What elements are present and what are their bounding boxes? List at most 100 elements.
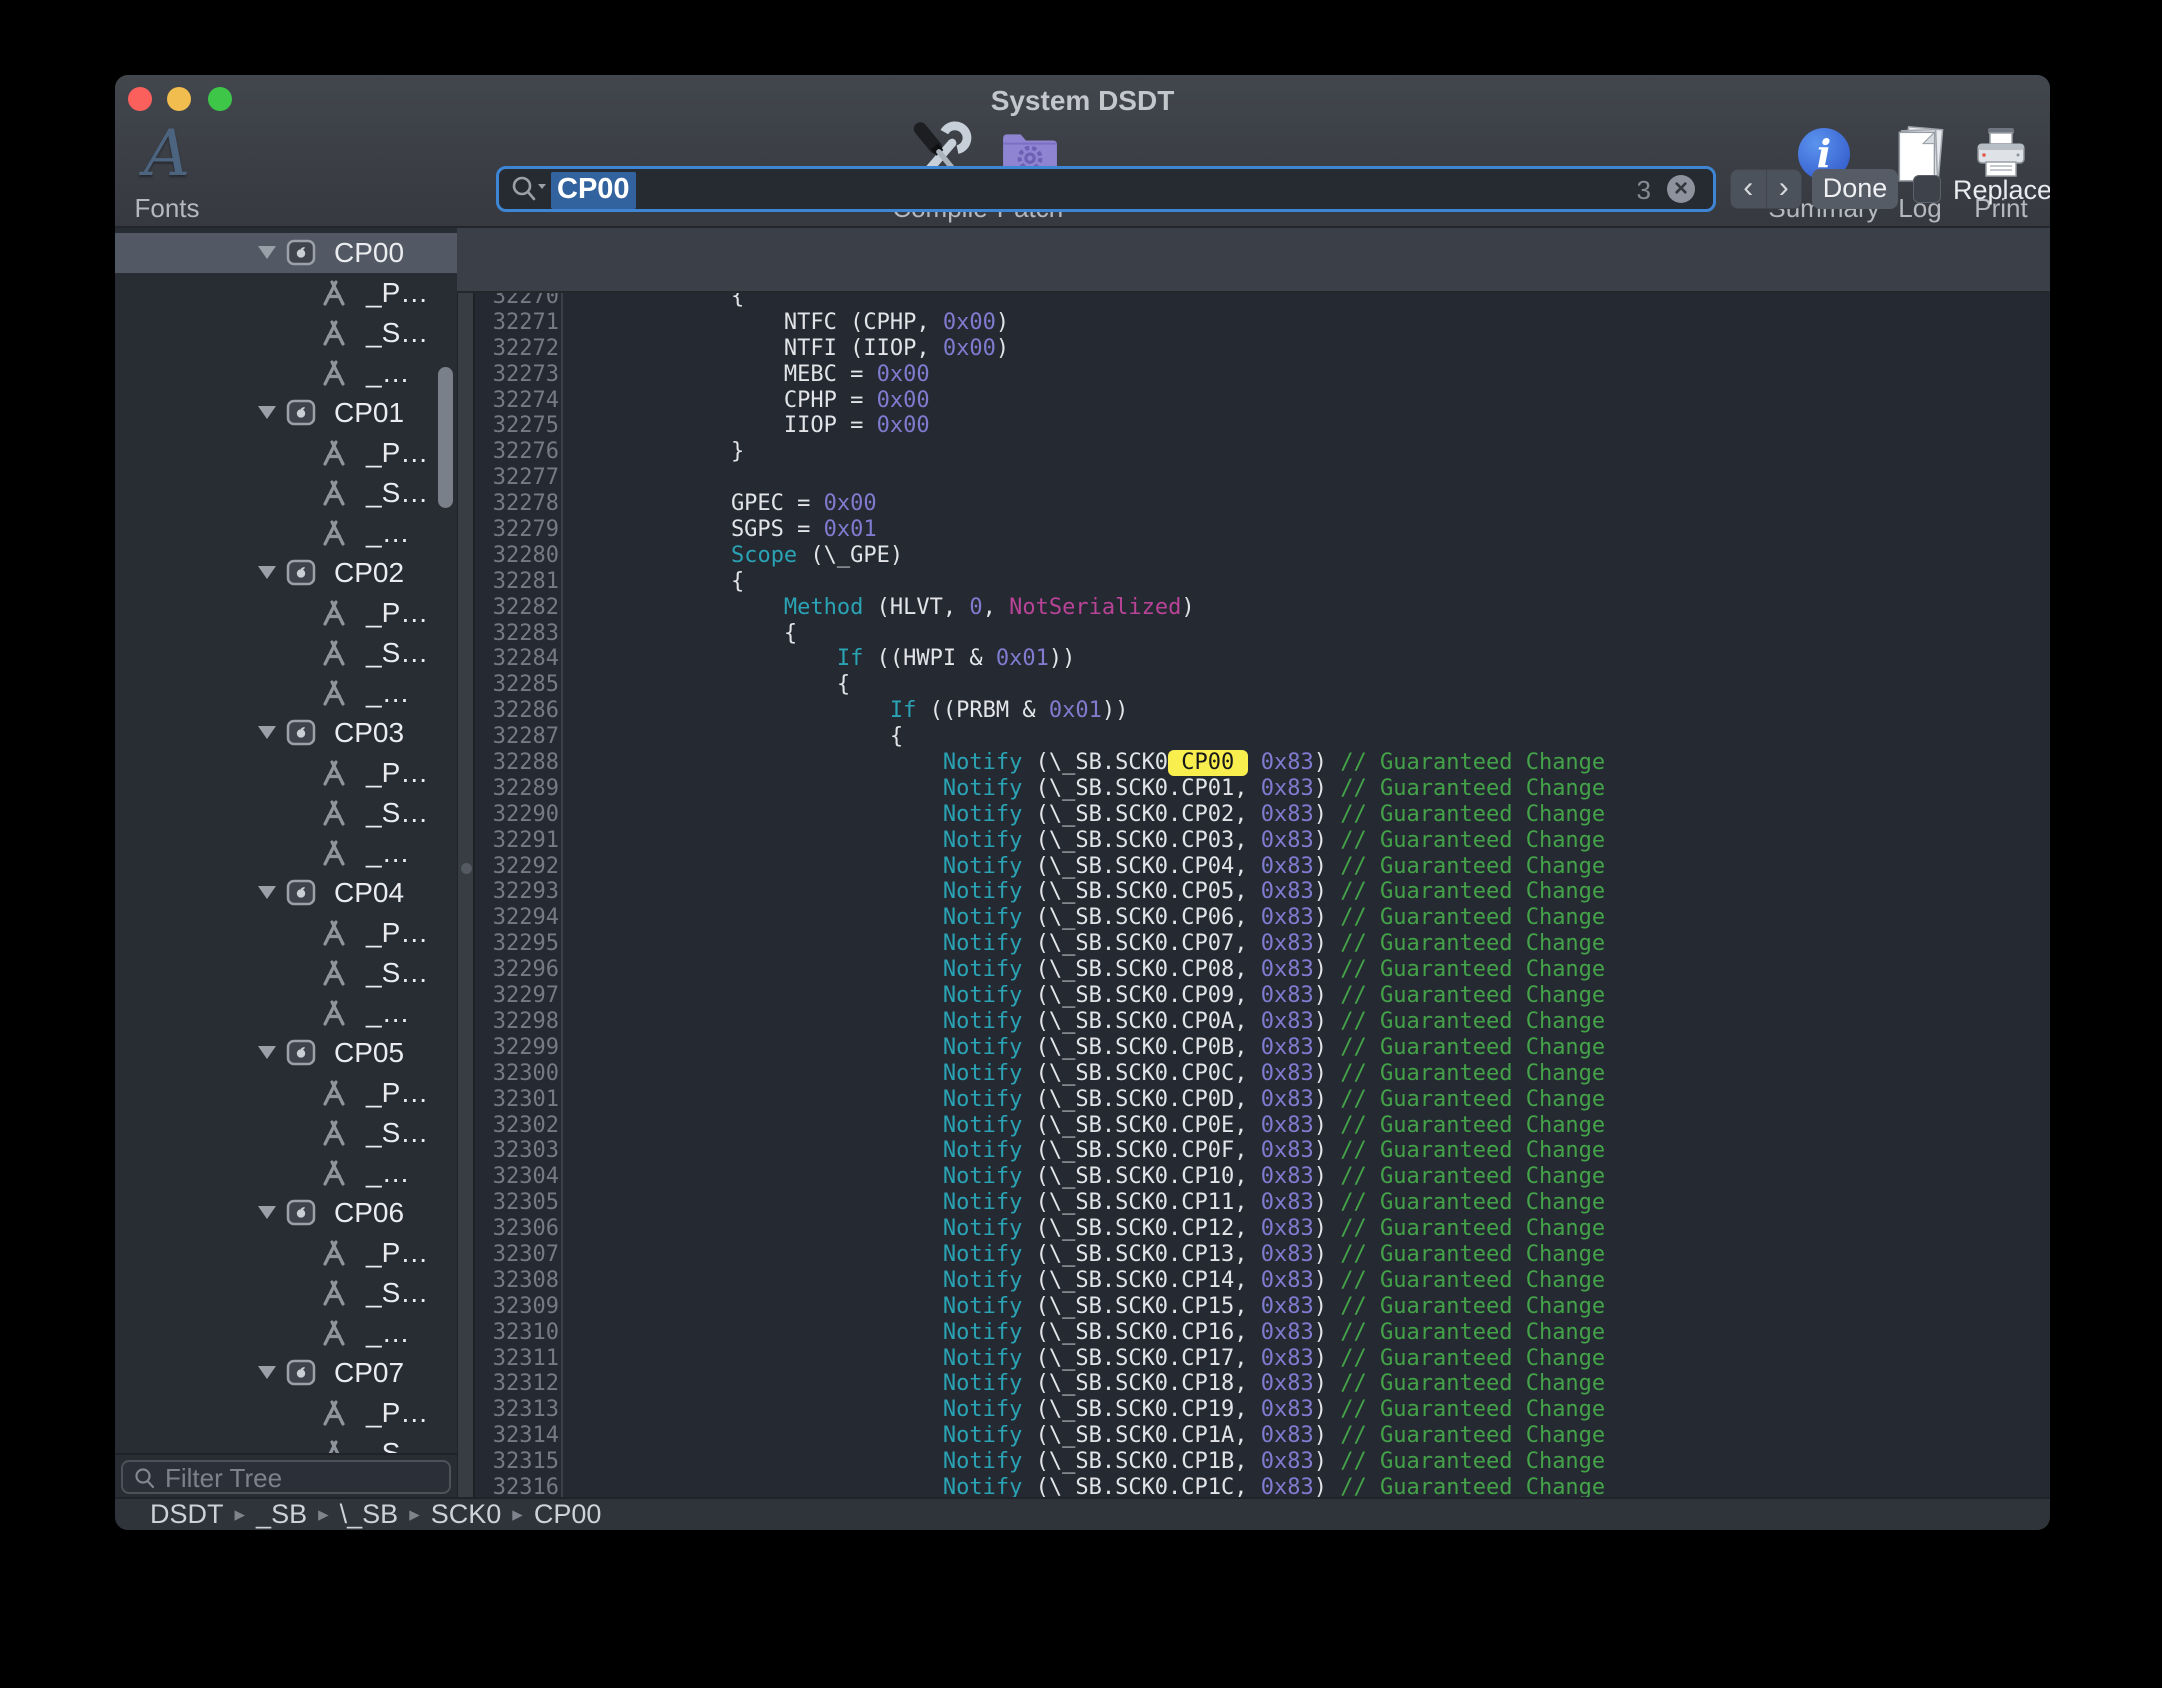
clear-search-icon[interactable]: ×: [1667, 175, 1695, 203]
replace-checkbox[interactable]: [1913, 175, 1941, 203]
sidebar-item-_s[interactable]: _S…: [115, 1113, 457, 1153]
method-icon: [320, 439, 348, 467]
sidebar-item-cp00[interactable]: CP00: [115, 233, 457, 273]
breadcrumb: DSDT▸_SB▸\_SB▸SCK0▸CP00: [115, 1497, 2050, 1530]
line-number: 32274: [475, 388, 563, 414]
sidebar-item-_[interactable]: _…: [115, 353, 457, 393]
sidebar-item-cp01[interactable]: CP01: [115, 393, 457, 433]
tree-node-label: _S…: [366, 477, 428, 509]
zoom-button[interactable]: [208, 87, 232, 111]
close-button[interactable]: [128, 87, 152, 111]
tree-node-label: CP07: [334, 1357, 404, 1389]
sidebar-item-_s[interactable]: _S…: [115, 473, 457, 513]
search-input[interactable]: CP00 3 ×: [496, 166, 1716, 212]
code-line: 32278 GPEC = 0x00: [475, 491, 1605, 517]
sidebar-item-cp02[interactable]: CP02: [115, 553, 457, 593]
disclosure-triangle-icon[interactable]: [258, 566, 276, 579]
filter-tree-field[interactable]: [121, 1460, 451, 1494]
sidebar-item-cp06[interactable]: CP06: [115, 1193, 457, 1233]
sidebar-item-_s[interactable]: _S…: [115, 313, 457, 353]
line-number: 32302: [475, 1113, 563, 1139]
line-number: 32271: [475, 310, 563, 336]
print-button[interactable]: Print: [1931, 113, 2050, 225]
code-line: 32281 {: [475, 569, 1605, 595]
pane-splitter[interactable]: [457, 293, 475, 1497]
sidebar-item-_p[interactable]: _P…: [115, 273, 457, 313]
sidebar-item-_p[interactable]: _P…: [115, 1073, 457, 1113]
sidebar-item-cp03[interactable]: CP03: [115, 713, 457, 753]
sidebar-item-_p[interactable]: _P…: [115, 753, 457, 793]
sidebar-item-_s[interactable]: _S…: [115, 633, 457, 673]
disclosure-triangle-icon[interactable]: [258, 886, 276, 899]
next-match-button[interactable]: ›: [1767, 170, 1802, 208]
disclosure-triangle-icon[interactable]: [258, 1366, 276, 1379]
minimize-button[interactable]: [167, 87, 191, 111]
disclosure-triangle-icon[interactable]: [258, 1046, 276, 1059]
line-number: 32289: [475, 776, 563, 802]
search-icon[interactable]: [509, 174, 551, 204]
tree-node-label: _S…: [366, 317, 428, 349]
code-editor[interactable]: 32270 {32271 NTFC (CPHP, 0x00)32272 NTFI…: [475, 293, 2050, 1497]
method-icon: [320, 1399, 348, 1427]
sidebar-item-_s[interactable]: _S…: [115, 793, 457, 833]
sidebar-item-_[interactable]: _…: [115, 513, 457, 553]
find-navigation: ‹ ›: [1730, 169, 1802, 209]
fonts-label: Fonts: [115, 193, 237, 224]
sidebar-item-_p[interactable]: _P…: [115, 1393, 457, 1433]
line-number: 32316: [475, 1475, 563, 1497]
breadcrumb-separator-icon: ▸: [512, 1502, 523, 1527]
code-line: 32313 Notify (\_SB.SCK0.CP19, 0x83) // G…: [475, 1397, 1605, 1423]
line-number: 32298: [475, 1009, 563, 1035]
breadcrumb-item[interactable]: \_SB: [340, 1499, 399, 1530]
sidebar-item-_p[interactable]: _P…: [115, 593, 457, 633]
sidebar-item-_s[interactable]: _S…: [115, 953, 457, 993]
sidebar-item-_p[interactable]: _P…: [115, 1233, 457, 1273]
breadcrumb-separator-icon: ▸: [235, 1502, 246, 1527]
search-match-highlight: CP00: [1168, 750, 1247, 776]
code-line: 32305 Notify (\_SB.SCK0.CP11, 0x83) // G…: [475, 1190, 1605, 1216]
sidebar-item-_[interactable]: _…: [115, 993, 457, 1033]
breadcrumb-item[interactable]: DSDT: [150, 1499, 224, 1530]
code-line: 32280 Scope (\_GPE): [475, 543, 1605, 569]
sidebar-item-_[interactable]: _…: [115, 833, 457, 873]
scope-icon: [286, 399, 316, 426]
sidebar-item-_p[interactable]: _P…: [115, 913, 457, 953]
code-line: 32273 MEBC = 0x00: [475, 362, 1605, 388]
breadcrumb-item[interactable]: CP00: [534, 1499, 602, 1530]
sidebar-scrollbar[interactable]: [438, 367, 453, 508]
disclosure-triangle-icon[interactable]: [258, 406, 276, 419]
filter-tree-input[interactable]: [163, 1462, 447, 1494]
sidebar-item-cp07[interactable]: CP07: [115, 1353, 457, 1393]
tree-node-label: _S…: [366, 1277, 428, 1309]
sidebar-item-_[interactable]: _…: [115, 1153, 457, 1193]
previous-match-button[interactable]: ‹: [1731, 170, 1767, 208]
code-line: 32302 Notify (\_SB.SCK0.CP0E, 0x83) // G…: [475, 1113, 1605, 1139]
splitter-handle-icon[interactable]: [461, 863, 472, 874]
method-icon: [320, 799, 348, 827]
sidebar-item-_s[interactable]: _S…: [115, 1273, 457, 1313]
code-line: 32316 Notify (\_SB.SCK0.CP1C, 0x83) // G…: [475, 1475, 1605, 1497]
code-line: 32292 Notify (\_SB.SCK0.CP04, 0x83) // G…: [475, 854, 1605, 880]
sidebar-item-cp04[interactable]: CP04: [115, 873, 457, 913]
disclosure-triangle-icon[interactable]: [258, 1206, 276, 1219]
line-number: 32290: [475, 802, 563, 828]
search-query-text: CP00: [551, 172, 636, 209]
code-line: 32306 Notify (\_SB.SCK0.CP12, 0x83) // G…: [475, 1216, 1605, 1242]
tree-node-label: CP04: [334, 877, 404, 909]
disclosure-triangle-icon[interactable]: [258, 726, 276, 739]
sidebar-item-_[interactable]: _…: [115, 1313, 457, 1353]
fonts-button[interactable]: A Fonts: [115, 113, 237, 225]
code-line: 32310 Notify (\_SB.SCK0.CP16, 0x83) // G…: [475, 1320, 1605, 1346]
sidebar-item-_s[interactable]: _S…: [115, 1433, 457, 1453]
sidebar-item-_[interactable]: _…: [115, 673, 457, 713]
tree-node-label: _…: [366, 1157, 410, 1189]
code-line: 32271 NTFC (CPHP, 0x00): [475, 310, 1605, 336]
disclosure-triangle-icon[interactable]: [258, 246, 276, 259]
line-number: 32270: [475, 293, 563, 310]
breadcrumb-item[interactable]: _SB: [256, 1499, 307, 1530]
breadcrumb-item[interactable]: SCK0: [431, 1499, 502, 1530]
sidebar-item-_p[interactable]: _P…: [115, 433, 457, 473]
done-button[interactable]: Done: [1812, 169, 1898, 209]
line-number: 32279: [475, 517, 563, 543]
sidebar-item-cp05[interactable]: CP05: [115, 1033, 457, 1073]
